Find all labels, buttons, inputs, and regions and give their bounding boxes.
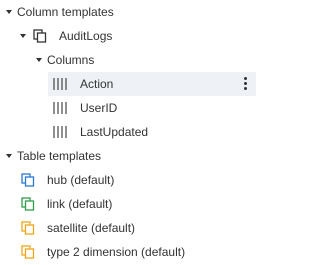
node-label: Column templates: [17, 5, 114, 19]
node-label: hub (default): [47, 173, 115, 187]
column-icon: [53, 102, 67, 114]
column-icon: [53, 126, 67, 138]
node-label: Table templates: [17, 149, 102, 163]
tree-node-audit-logs[interactable]: AuditLogs: [0, 24, 256, 48]
tree-node-type-2-dimension[interactable]: type 2 dimension (default): [0, 240, 256, 264]
node-label: Columns: [47, 53, 95, 67]
chevron-down-icon[interactable]: [6, 154, 12, 158]
chevron-down-icon[interactable]: [20, 34, 26, 38]
copy-icon: [33, 29, 47, 43]
node-label: UserID: [80, 101, 118, 115]
node-label: satellite (default): [47, 221, 136, 235]
node-label: Action: [80, 77, 114, 91]
tree-node-column-templates[interactable]: Column templates: [0, 0, 256, 24]
chevron-down-icon[interactable]: [6, 10, 12, 14]
node-label: AuditLogs: [59, 29, 113, 43]
tree-node-table-templates[interactable]: Table templates: [0, 144, 256, 168]
copy-orange-icon: [21, 221, 35, 235]
node-label: LastUpdated: [80, 125, 149, 139]
node-label: link (default): [47, 197, 113, 211]
more-options-icon[interactable]: [244, 77, 248, 92]
tree-node-satellite[interactable]: satellite (default): [0, 216, 256, 240]
column-icon: [53, 78, 67, 90]
tree-node-column-action[interactable]: Action: [0, 72, 256, 96]
copy-green-icon: [21, 197, 35, 211]
copy-blue-icon: [21, 173, 35, 187]
copy-orange-icon: [21, 245, 35, 259]
tree-node-columns[interactable]: Columns: [0, 48, 256, 72]
tree-node-hub[interactable]: hub (default): [0, 168, 256, 192]
node-label: type 2 dimension (default): [47, 245, 186, 259]
chevron-down-icon[interactable]: [36, 58, 42, 62]
tree-node-column-userid[interactable]: UserID: [0, 96, 256, 120]
tree-node-column-lastupdated[interactable]: LastUpdated: [0, 120, 256, 144]
tree-node-link[interactable]: link (default): [0, 192, 256, 216]
